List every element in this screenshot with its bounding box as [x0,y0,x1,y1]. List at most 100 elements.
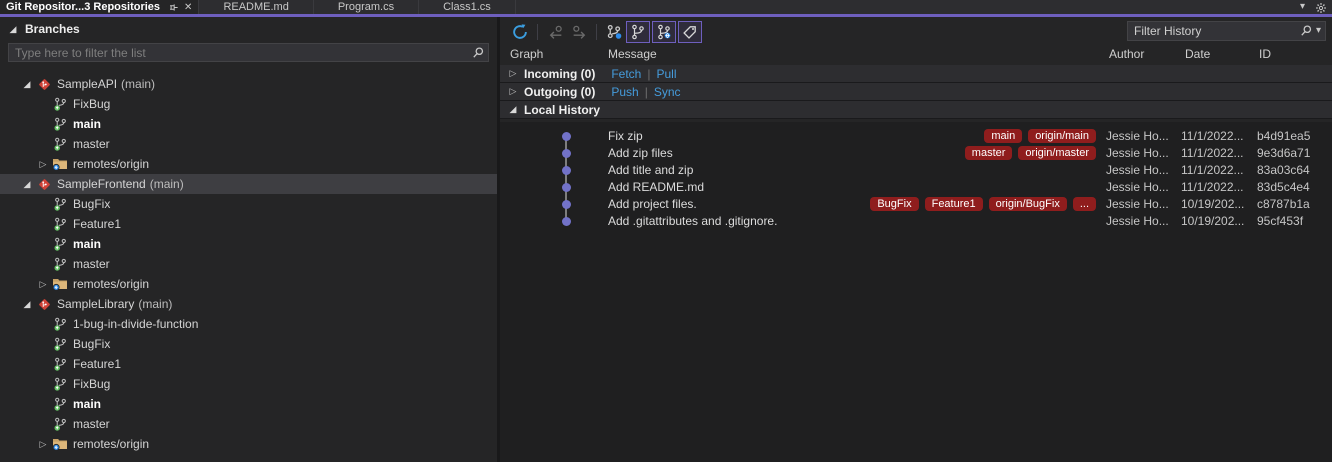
tree-row-branch[interactable]: Feature1 [0,214,497,234]
chevron-right-icon[interactable]: ▷ [38,159,48,170]
column-id[interactable]: ID [1259,47,1271,61]
local-history-row[interactable]: ◢ Local History [500,101,1332,119]
commit-row[interactable]: Add zip filesmasterorigin/masterJessie H… [500,145,1332,162]
close-icon[interactable]: ✕ [184,2,192,13]
tree-row-branch[interactable]: 1-bug-in-divide-function [0,314,497,334]
branches-header[interactable]: ◢ Branches [8,21,80,37]
column-graph[interactable]: Graph [510,47,543,61]
tree-row-branch[interactable]: master [0,134,497,154]
branch-ref-badge[interactable]: origin/master [1018,146,1096,160]
tab-label: Class1.cs [443,0,491,14]
compare-branch-icon[interactable] [602,20,626,44]
branch-ref-badge[interactable]: origin/main [1028,129,1096,143]
commit-date: 11/1/2022... [1181,129,1244,143]
show-tags-toggle[interactable] [678,21,702,43]
branch-ref-badge[interactable]: Feature1 [925,197,983,211]
fetch-link[interactable]: Fetch [611,67,641,81]
tree-row-repo[interactable]: ◢SampleAPI(main) [0,74,497,94]
history-filter: ▾ [1127,21,1326,41]
branch-icon [52,316,68,332]
collapse-icon[interactable]: ◢ [22,299,32,310]
tree-row-branch[interactable]: BugFix [0,194,497,214]
refresh-icon[interactable] [508,20,532,44]
branch-ref-badge[interactable]: ... [1073,197,1096,211]
chevron-right-icon[interactable]: ▷ [508,68,518,79]
push-link[interactable]: Push [611,85,638,99]
tree-row-branch[interactable]: BugFix [0,334,497,354]
tree-row-branch[interactable]: master [0,254,497,274]
collapse-icon[interactable]: ◢ [22,179,32,190]
branch-ref-badge[interactable]: BugFix [870,197,918,211]
chevron-right-icon[interactable]: ▷ [38,279,48,290]
tree-row-repo[interactable]: ◢SampleFrontend(main) [0,174,497,194]
tree-row-branch[interactable]: master [0,414,497,434]
gear-icon[interactable] [1315,2,1326,13]
commit-row[interactable]: Add .gitattributes and .gitignore.Jessie… [500,213,1332,230]
tree-row-remotes[interactable]: ▷ remotes/origin [0,154,497,174]
remote-folder-icon [52,156,68,172]
column-author[interactable]: Author [1109,47,1144,61]
tree-item-label: SampleFrontend [57,177,146,191]
commit-dot-icon[interactable] [562,217,571,226]
tree-row-branch[interactable]: main [0,234,497,254]
column-date[interactable]: Date [1185,47,1210,61]
commit-id: b4d91ea5 [1257,129,1310,143]
commit-row[interactable]: Add README.mdJessie Ho...11/1/2022...83d… [500,179,1332,196]
pin-icon[interactable] [168,2,179,13]
sync-link[interactable]: Sync [654,85,681,99]
history-toolbar: ▾ [500,19,1332,45]
link-separator: | [645,85,648,99]
branch-ref-badge[interactable]: master [965,146,1013,160]
search-icon[interactable] [468,46,488,60]
branch-ref-badge[interactable]: origin/BugFix [989,197,1067,211]
tree-item-label: BugFix [73,337,110,351]
tree-row-remotes[interactable]: ▷remotes/origin [0,434,497,454]
commit-dot-icon[interactable] [562,149,571,158]
commit-dot-icon[interactable] [562,200,571,209]
tab-git-repository[interactable]: Git Repositor...3 Repositories ✕ [0,0,199,14]
show-local-branches-toggle[interactable] [626,21,650,43]
tree-item-label: remotes/origin [73,157,149,171]
commit-row[interactable]: Add project files.BugFixFeature1origin/B… [500,196,1332,213]
outgoing-row[interactable]: ▷ Outgoing (0) Push | Sync [500,83,1332,101]
show-remote-branches-toggle[interactable] [652,21,676,43]
collapse-icon[interactable]: ◢ [8,24,18,35]
tab-class1[interactable]: Class1.cs [419,0,516,14]
chevron-right-icon[interactable]: ▷ [38,439,48,450]
commit-dot-icon[interactable] [562,132,571,141]
column-message[interactable]: Message [608,47,657,61]
collapse-icon[interactable]: ◢ [508,104,518,115]
tree-row-branch[interactable]: FixBug [0,374,497,394]
incoming-row[interactable]: ▷ Incoming (0) Fetch | Pull [500,65,1332,83]
local-history-label: Local History [524,103,600,117]
commit-message: Add zip files [608,146,673,160]
tree-row-repo[interactable]: ◢SampleLibrary(main) [0,294,497,314]
commit-dot-icon[interactable] [562,166,571,175]
branch-filter-input[interactable] [9,46,468,60]
branch-icon [52,96,68,112]
remote-folder-icon [52,436,68,452]
go-to-parent-icon[interactable] [543,20,567,44]
tab-readme[interactable]: README.md [199,0,313,14]
go-to-child-icon[interactable] [567,20,591,44]
search-icon[interactable] [1296,24,1316,38]
tab-program[interactable]: Program.cs [314,0,419,14]
branch-icon [52,116,68,132]
chevron-down-icon[interactable]: ▾ [1316,24,1321,38]
commit-row[interactable]: Fix zipmainorigin/mainJessie Ho...11/1/2… [500,128,1332,145]
tree-row-branch[interactable]: FixBug [0,94,497,114]
commit-dot-icon[interactable] [562,183,571,192]
collapse-icon[interactable]: ◢ [22,79,32,90]
tree-row-branch[interactable]: main [0,114,497,134]
tree-item-label: FixBug [73,97,110,111]
chevron-right-icon[interactable]: ▷ [508,86,518,97]
chevron-down-icon[interactable]: ▾ [1300,0,1305,14]
commit-row[interactable]: Add title and zipJessie Ho...11/1/2022..… [500,162,1332,179]
tree-row-branch[interactable]: Feature1 [0,354,497,374]
pull-link[interactable]: Pull [656,67,676,81]
tree-row-remotes[interactable]: ▷remotes/origin [0,274,497,294]
commit-id: 83d5c4e4 [1257,180,1310,194]
history-filter-input[interactable] [1128,24,1296,38]
branch-ref-badge[interactable]: main [984,129,1022,143]
tree-row-branch[interactable]: main [0,394,497,414]
